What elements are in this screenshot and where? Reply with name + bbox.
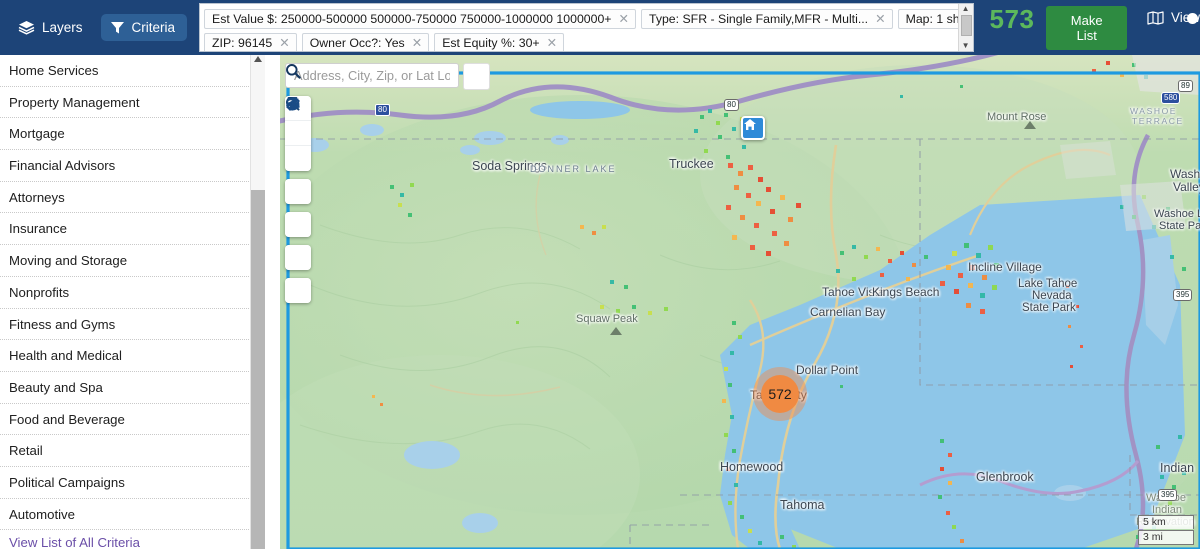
highway-shield: 580 xyxy=(1161,92,1181,104)
criteria-sidebar: Home Services Property Management Mortga… xyxy=(0,55,280,549)
scale-km: 5 km xyxy=(1138,515,1194,529)
draw-tool-group xyxy=(285,97,311,303)
criteria-chips-panel: Est Value $: 250000-500000 500000-750000… xyxy=(199,3,974,52)
chevron-down-icon[interactable]: ▼ xyxy=(962,41,970,51)
sidebar-item-property-management[interactable]: Property Management xyxy=(0,87,265,119)
home-marker[interactable] xyxy=(741,116,765,140)
highway-shield: 395 xyxy=(1173,289,1193,301)
chevron-up-icon[interactable]: ▲ xyxy=(962,4,970,14)
highway-shield: 89 xyxy=(1178,80,1193,92)
sidebar-item-health-and-medical[interactable]: Health and Medical xyxy=(0,340,265,372)
criteria-chip-label: Est Equity %: 30+ xyxy=(442,36,540,50)
locate-button[interactable] xyxy=(285,98,311,237)
zoom-out-button[interactable] xyxy=(285,97,311,146)
make-list-button[interactable]: Make List xyxy=(1046,6,1127,50)
criteria-chip-row-1: Est Value $: 250000-500000 500000-750000… xyxy=(204,8,973,30)
close-icon[interactable]: ✕ xyxy=(279,37,289,50)
result-count: 573 xyxy=(989,4,1035,34)
close-icon[interactable]: ✕ xyxy=(619,13,629,26)
map-basemap xyxy=(280,55,1200,549)
chevron-up-icon[interactable] xyxy=(254,56,262,62)
sidebar-item-insurance[interactable]: Insurance xyxy=(0,213,265,246)
map-scale-bar: 5 km 3 mi xyxy=(1138,514,1194,545)
layers-icon xyxy=(18,20,35,35)
criteria-panel-scrollbar[interactable]: ▲ ▼ xyxy=(957,4,973,51)
criteria-button[interactable]: Criteria xyxy=(100,14,188,41)
map-search-group xyxy=(285,63,490,90)
view-all-criteria-link[interactable]: View List of All Criteria xyxy=(0,530,265,549)
highway-shield: 395 xyxy=(1158,489,1178,501)
map-book-icon xyxy=(1147,10,1164,25)
criteria-chip[interactable]: ZIP: 96145 ✕ xyxy=(204,33,297,51)
app-root: Layers Criteria Est Value $: 250000-5000… xyxy=(0,0,1200,549)
toolbar-left-group: Layers Criteria xyxy=(0,0,188,55)
sidebar-item-mortgage[interactable]: Mortgage xyxy=(0,118,265,151)
sidebar-item-nonprofits[interactable]: Nonprofits xyxy=(0,277,265,309)
criteria-category-list: Home Services Property Management Mortga… xyxy=(0,55,265,549)
basemap-tool-group xyxy=(285,97,311,204)
criteria-chip-row-2: ZIP: 96145 ✕ Owner Occ?: Yes ✕ Est Equit… xyxy=(204,32,970,51)
criteria-chip-label: Owner Occ?: Yes xyxy=(309,36,405,50)
criteria-chip[interactable]: Type: SFR - Single Family,MFR - Multi...… xyxy=(640,9,893,29)
sidebar-item-retail[interactable]: Retail xyxy=(0,435,265,467)
close-icon[interactable]: ✕ xyxy=(875,13,885,26)
criteria-chip-rows: Est Value $: 250000-500000 500000-750000… xyxy=(200,4,973,51)
measure-button[interactable] xyxy=(285,96,311,270)
highway-shield: 80 xyxy=(375,104,390,116)
map-search-input[interactable] xyxy=(285,63,459,88)
map-tools xyxy=(285,96,311,311)
criteria-chip-label: Est Value $: 250000-500000 500000-750000… xyxy=(212,12,612,26)
sidebar-item-automotive[interactable]: Automotive xyxy=(0,499,265,531)
map-canvas[interactable]: Soda Springs DONNER LAKE Truckee Mount R… xyxy=(280,55,1200,549)
sidebar-item-beauty-and-spa[interactable]: Beauty and Spa xyxy=(0,372,265,404)
sidebar-item-political-campaigns[interactable]: Political Campaigns xyxy=(0,467,265,499)
sidebar-item-home-services[interactable]: Home Services xyxy=(0,55,265,87)
cluster-marker[interactable]: 572 xyxy=(753,367,807,421)
criteria-chip[interactable]: Est Equity %: 30+ ✕ xyxy=(434,33,565,51)
user-avatar[interactable] xyxy=(1187,13,1198,24)
top-toolbar: Layers Criteria Est Value $: 250000-5000… xyxy=(0,0,1200,55)
draw-shape-button[interactable] xyxy=(285,97,311,303)
sidebar-item-financial-advisors[interactable]: Financial Advisors xyxy=(0,150,265,182)
criteria-chip[interactable]: Est Value $: 250000-500000 500000-750000… xyxy=(204,9,636,29)
criteria-chip-label: Type: SFR - Single Family,MFR - Multi... xyxy=(648,12,869,26)
criteria-chip-label: ZIP: 96145 xyxy=(212,36,273,50)
peak-marker-icon xyxy=(610,327,622,335)
layers-button[interactable]: Layers xyxy=(10,15,91,40)
close-icon[interactable]: ✕ xyxy=(412,37,422,50)
sidebar-scrollbar[interactable] xyxy=(250,55,265,549)
basemap-button[interactable] xyxy=(285,97,311,204)
criteria-chip[interactable]: Owner Occ?: Yes ✕ xyxy=(301,33,430,51)
peak-marker-icon xyxy=(1024,121,1036,129)
sidebar-item-fitness-and-gyms[interactable]: Fitness and Gyms xyxy=(0,309,265,341)
measure-tool-group xyxy=(285,96,311,270)
locate-tool-group xyxy=(285,98,311,237)
scrollbar-thumb[interactable] xyxy=(960,15,972,36)
filter-funnel-icon xyxy=(110,20,125,35)
sidebar-item-attorneys[interactable]: Attorneys xyxy=(0,182,265,214)
pin-drop-button[interactable] xyxy=(285,97,311,171)
search-button[interactable] xyxy=(286,63,490,90)
sidebar-item-food-and-beverage[interactable]: Food and Beverage xyxy=(0,404,265,436)
scrollbar-thumb[interactable] xyxy=(251,190,265,549)
close-icon[interactable]: ✕ xyxy=(547,37,557,50)
criteria-label: Criteria xyxy=(131,20,176,35)
highway-shield: 80 xyxy=(724,99,739,111)
sidebar-item-moving-and-storage[interactable]: Moving and Storage xyxy=(0,245,265,277)
layers-label: Layers xyxy=(42,20,83,35)
cluster-count: 572 xyxy=(761,375,799,413)
scale-mi: 3 mi xyxy=(1138,530,1194,545)
